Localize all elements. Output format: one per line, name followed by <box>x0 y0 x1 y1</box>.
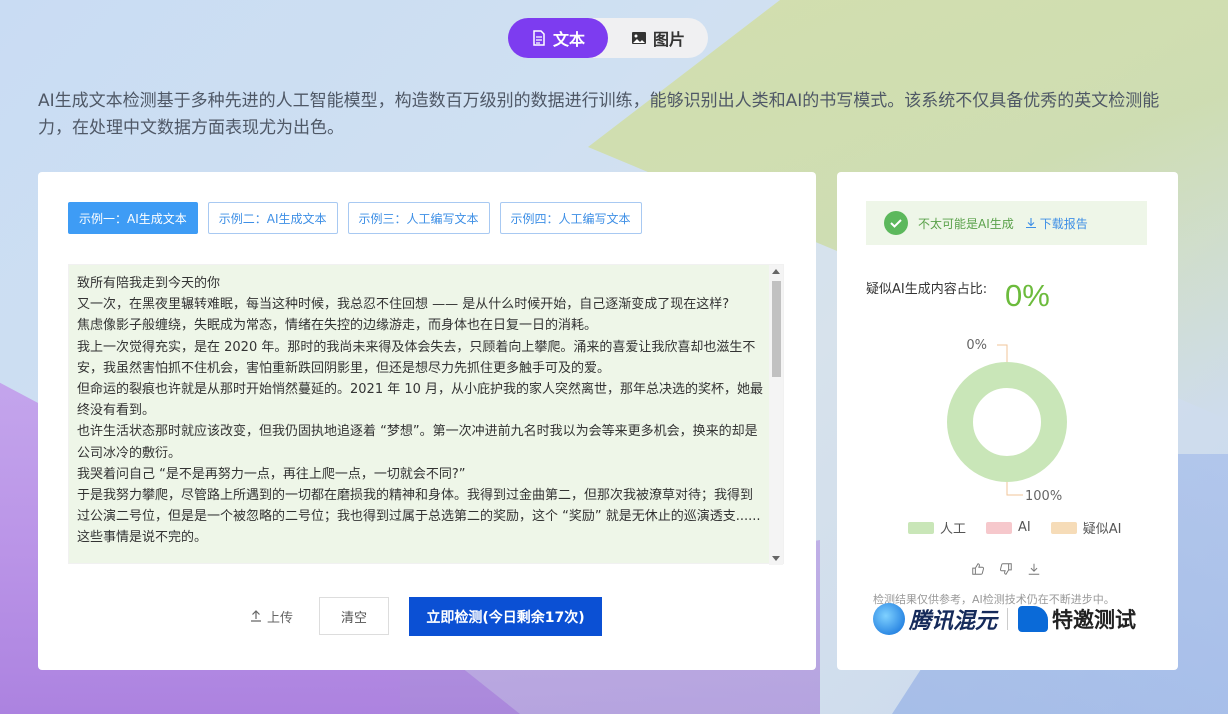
download-report-label: 下载报告 <box>1039 216 1088 231</box>
thumbs-up-icon[interactable] <box>971 561 987 577</box>
input-card: 示例一：AI生成文本 示例二：AI生成文本 示例三：人工编写文本 示例四：人工编… <box>38 172 816 670</box>
hunyuan-logo-icon <box>873 603 905 635</box>
upload-icon <box>251 610 261 622</box>
example-tab-4[interactable]: 示例四：人工编写文本 <box>499 202 642 234</box>
brand-footer: 腾讯混元 特邀测试 <box>873 603 1136 635</box>
legend-item-ai[interactable]: AI <box>986 518 1031 537</box>
ai-ratio-label: 疑似AI生成内容占比: <box>866 282 988 297</box>
scroll-thumb[interactable] <box>772 281 781 377</box>
donut-label-hundred: 100% <box>1025 489 1062 504</box>
document-icon <box>533 30 545 46</box>
result-banner: 不太可能是AI生成 下载报告 <box>866 201 1147 245</box>
mode-text-button[interactable]: 文本 <box>508 18 608 58</box>
mode-image-button[interactable]: 图片 <box>608 18 708 58</box>
brand-separator <box>1007 608 1009 630</box>
intro-text: AI生成文本检测基于多种先进的人工智能模型，构造数百万级别的数据进行训练，能够识… <box>38 91 1160 138</box>
download-icon <box>1025 218 1036 228</box>
download-report-link[interactable]: 下载报告 <box>1025 215 1088 232</box>
donut-label-hundred-leader <box>1006 482 1023 496</box>
donut-label-zero: 0% <box>966 338 987 353</box>
mode-image-label: 图片 <box>652 30 685 49</box>
ai-ratio-value: 0% <box>1005 278 1050 313</box>
mode-text-label: 文本 <box>552 30 585 49</box>
legend-label-suspected-ai: 疑似AI <box>1082 522 1122 537</box>
legend-item-human[interactable]: 人工 <box>908 518 966 537</box>
text-input-box: 致所有陪我走到今天的你 又一次，在黑夜里辗转难眠，每当这种时候，我总忍不住回想 … <box>68 264 784 565</box>
legend-swatch-human <box>908 521 934 534</box>
feedback-bar <box>971 561 1043 577</box>
text-input[interactable]: 致所有陪我走到今天的你 又一次，在黑夜里辗转难眠，每当这种时候，我总忍不住回想 … <box>69 265 771 565</box>
result-card: 不太可能是AI生成 下载报告 疑似AI生成内容占比: 0% 0% 100% 人工 … <box>837 172 1178 670</box>
legend-label-ai: AI <box>1018 520 1031 535</box>
result-verdict: 不太可能是AI生成 <box>918 216 1014 231</box>
upload-button[interactable]: 上传 <box>250 597 293 635</box>
chart-legend: 人工 AI 疑似AI <box>908 518 1121 537</box>
brand-badge-text: 特邀测试 <box>1052 608 1137 632</box>
donut-label-zero-leader <box>997 344 1008 362</box>
thumbs-down-icon[interactable] <box>999 561 1015 577</box>
detect-button[interactable]: 立即检测(今日剩余17次) <box>409 597 602 636</box>
example-tab-1[interactable]: 示例一：AI生成文本 <box>68 202 198 234</box>
legend-label-human: 人工 <box>940 522 967 537</box>
example-tabs: 示例一：AI生成文本 示例二：AI生成文本 示例三：人工编写文本 示例四：人工编… <box>68 202 642 234</box>
scroll-up-icon[interactable] <box>772 269 780 274</box>
upload-label: 上传 <box>267 610 294 626</box>
example-tab-2[interactable]: 示例二：AI生成文本 <box>207 202 338 234</box>
mode-toggle: 文本 图片 <box>508 18 708 58</box>
check-circle-icon <box>884 211 908 235</box>
badge-icon <box>1018 606 1049 632</box>
donut-slice-0[interactable] <box>947 362 1067 482</box>
example-tab-3[interactable]: 示例三：人工编写文本 <box>347 202 490 234</box>
action-bar: 上传 清空 立即检测(今日剩余17次) <box>38 597 816 637</box>
legend-item-suspected-ai[interactable]: 疑似AI <box>1050 518 1122 537</box>
legend-swatch-suspected-ai <box>1050 521 1077 534</box>
clear-button[interactable]: 清空 <box>319 597 389 635</box>
brand-name: 腾讯混元 <box>909 609 998 634</box>
download-result-icon[interactable] <box>1027 561 1043 577</box>
image-icon <box>631 32 646 44</box>
legend-swatch-ai <box>986 521 1013 534</box>
text-scrollbar[interactable] <box>769 265 783 565</box>
donut-chart: 0% 100% <box>937 332 1137 512</box>
scroll-down-icon[interactable] <box>772 556 780 561</box>
